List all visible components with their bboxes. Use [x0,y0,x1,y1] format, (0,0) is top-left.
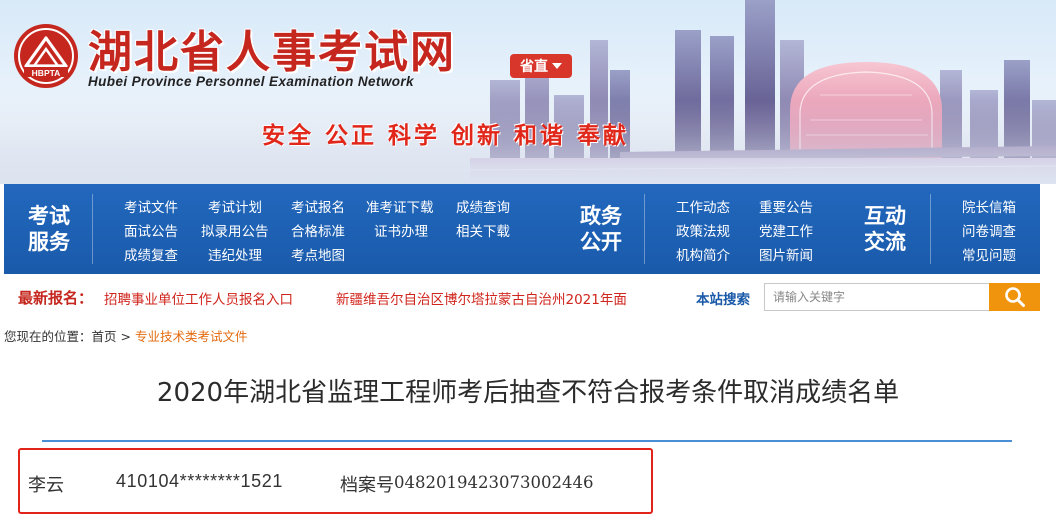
nav-group-title-line: 考试 [28,203,70,228]
nav-group-title-line: 互动 [864,203,906,228]
nav-link-certificate[interactable]: 证书办理 [374,224,428,240]
nav-link-important-notices[interactable]: 重要公告 [759,200,813,216]
caret-down-icon [552,63,562,69]
nav-link-exam-registration[interactable]: 考试报名 [291,200,345,216]
search-icon [1004,287,1025,307]
site-title[interactable]: 湖北省人事考试网 [88,16,456,80]
search-input[interactable] [764,283,990,311]
ticker-label: 最新报名： [18,289,94,307]
nav-link-faq[interactable]: 常见问题 [962,248,1016,264]
article-title: 2020年湖北省监理工程师考后抽查不符合报考条件取消成绩名单 [156,378,900,408]
logo-text: HBPTA [32,68,61,78]
page: HBPTA 湖北省人事考试网 Hubei Province Personnel … [0,0,1056,531]
breadcrumb-separator: > [120,329,131,344]
nav-link-admission-ticket[interactable]: 准考证下载 [366,200,434,216]
ticker-link-xinjiang-notice[interactable]: 新疆维吾尔自治区博尔塔拉蒙古自治州2021年面 [336,288,654,308]
title-divider [42,440,1012,442]
slogan: 安全 公正 科学 创新 和谐 奉献 [262,123,630,149]
breadcrumb-home-link[interactable]: 首页 [92,329,117,344]
nav-group-title-exam-services[interactable]: 考试 服务 [14,184,84,274]
header-banner: HBPTA 湖北省人事考试网 Hubei Province Personnel … [0,0,1056,184]
site-subtitle: Hubei Province Personnel Examination Net… [88,74,414,89]
breadcrumb: 您现在的位置：首页 > 专业技术类考试文件 [4,326,248,345]
hbpta-logo-icon[interactable]: HBPTA [12,22,80,90]
nav-link-exam-documents[interactable]: 考试文件 [124,200,178,216]
nav-link-director-mailbox[interactable]: 院长信箱 [962,200,1016,216]
nav-link-qualification-standard[interactable]: 合格标准 [291,224,345,240]
nav-group-title-interaction[interactable]: 互动 交流 [850,184,920,274]
nav-link-interview-notice[interactable]: 面试公告 [124,224,178,240]
nav-link-work-news[interactable]: 工作动态 [676,200,730,216]
breadcrumb-current-link[interactable]: 专业技术类考试文件 [135,329,248,344]
breadcrumb-prefix: 您现在的位置： [4,329,92,344]
nav-divider [644,194,645,264]
nav-link-exam-plan[interactable]: 考试计划 [208,200,262,216]
nav-link-policies[interactable]: 政策法规 [676,224,730,240]
nav-group-title-line: 公开 [580,229,622,254]
nav-divider [92,194,93,264]
nav-link-score-query[interactable]: 成绩查询 [456,200,510,216]
record-name: 李云 [28,475,64,496]
nav-group-title-line: 政务 [580,203,622,228]
nav-link-organization[interactable]: 机构简介 [676,248,730,264]
nav-group-title-line: 交流 [864,229,906,254]
nav-link-photo-news[interactable]: 图片新闻 [759,248,813,264]
nav-link-hiring-notice[interactable]: 拟录用公告 [201,224,269,240]
nav-divider [930,194,931,264]
news-ticker-bar: 最新报名： 招聘事业单位工作人员报名入口 新疆维吾尔自治区博尔塔拉蒙古自治州20… [4,279,1040,315]
nav-link-survey[interactable]: 问卷调查 [962,224,1016,240]
region-label: 省直 [520,59,548,75]
nav-group-title-line: 服务 [28,229,70,254]
record-archive-number: 0482019423073002446 [394,473,594,492]
nav-link-score-review[interactable]: 成绩复查 [124,248,178,264]
record-id-number: 410104********1521 [116,471,283,491]
nav-link-party-building[interactable]: 党建工作 [759,224,813,240]
region-select-button[interactable]: 省直 [510,54,572,78]
search-button[interactable] [989,283,1040,311]
main-nav: 考试 服务 考试文件 考试计划 考试报名 准考证下载 成绩查询 面试公告 拟录用… [4,184,1040,274]
nav-group-title-government-affairs[interactable]: 政务 公开 [566,184,636,274]
nav-link-violation-handling[interactable]: 违纪处理 [208,248,262,264]
nav-link-exam-site-map[interactable]: 考点地图 [291,248,345,264]
nav-link-downloads[interactable]: 相关下载 [456,224,510,240]
search-label: 本站搜索 [696,292,750,308]
record-archive-label: 档案号 [340,475,394,496]
ticker-link-recruitment-entry[interactable]: 招聘事业单位工作人员报名入口 [104,288,293,308]
